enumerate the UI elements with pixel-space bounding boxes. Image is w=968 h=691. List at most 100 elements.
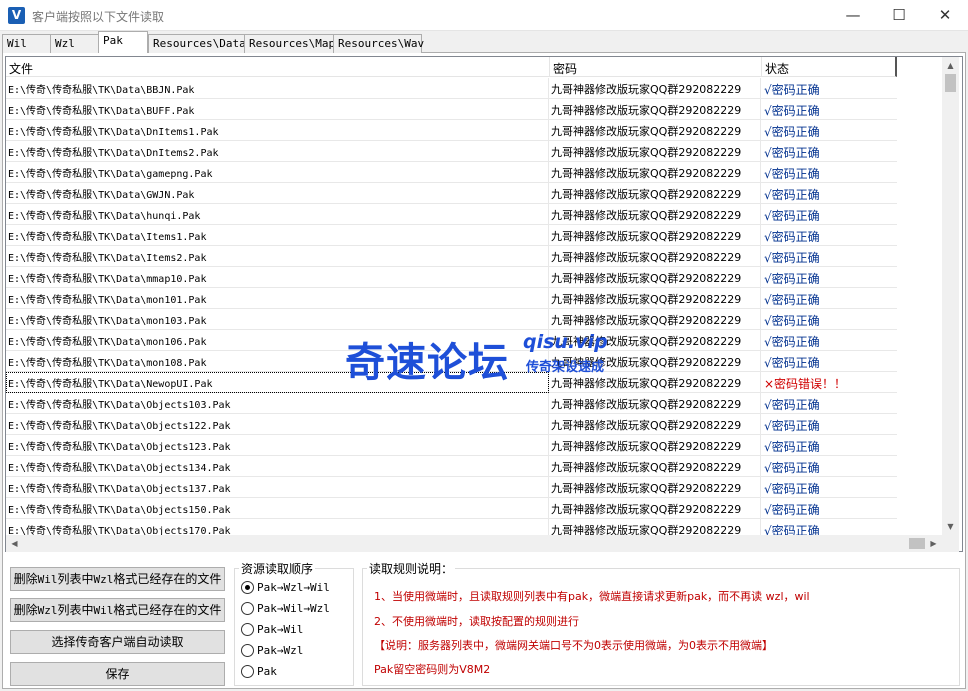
table-row[interactable]: E:\传奇\传奇私服\TK\Data\Objects122.Pak 九哥神器修改版… (6, 414, 897, 435)
rule-line-3: 【说明：服务器列表中，微端网关端口号不为0表示使用微端，为0表示不用微端】 (374, 639, 773, 652)
status-cell: √密码正确 (764, 230, 820, 244)
delete-wil-label-mid: 列表中 (57, 572, 94, 586)
column-header-file[interactable]: 文件 (6, 57, 550, 77)
status-cell: √密码正确 (764, 356, 820, 370)
delete-wzl-label-wil: Wil (93, 604, 114, 617)
password-cell: 九哥神器修改版玩家QQ群292082229 (549, 414, 761, 435)
vertical-scroll-thumb[interactable] (945, 74, 956, 92)
radio-checked-icon (241, 580, 254, 594)
watermark-title: 奇速论坛 (345, 340, 509, 386)
delete-wzl-label-suffix: 格式已经存在的文件 (113, 603, 222, 617)
scroll-right-icon[interactable]: ▶ (925, 535, 942, 552)
column-header-status[interactable]: 状态 (762, 57, 897, 77)
table-row[interactable]: E:\传奇\传奇私服\TK\Data\Objects134.Pak 九哥神器修改版… (6, 456, 897, 477)
table-row[interactable]: E:\传奇\传奇私服\TK\Data\Objects137.Pak 九哥神器修改版… (6, 477, 897, 498)
order-option-label: Pak→Wil (257, 622, 304, 636)
table-row[interactable]: E:\传奇\传奇私服\TK\Data\BUFF.Pak 九哥神器修改版玩家QQ群2… (6, 99, 897, 120)
table-row[interactable]: E:\传奇\传奇私服\TK\Data\mmap10.Pak 九哥神器修改版玩家QQ… (6, 267, 897, 288)
password-cell: 九哥神器修改版玩家QQ群292082229 (549, 309, 761, 330)
table-row[interactable]: E:\传奇\传奇私服\TK\Data\Items2.Pak 九哥神器修改版玩家QQ… (6, 246, 897, 267)
order-option-label: Pak→Wzl→Wil (257, 580, 330, 594)
file-path-cell: E:\传奇\传奇私服\TK\Data\Items2.Pak (6, 246, 549, 267)
file-path-cell: E:\传奇\传奇私服\TK\Data\Objects137.Pak (6, 477, 549, 498)
horizontal-scroll-thumb[interactable] (909, 538, 925, 549)
file-path-cell: E:\传奇\传奇私服\TK\Data\BBJN.Pak (6, 78, 549, 99)
tab-resources-data[interactable]: Resources\Data (148, 34, 246, 53)
order-option-pak-wzl[interactable]: Pak→Wzl (241, 642, 303, 658)
scroll-down-icon[interactable]: ▼ (942, 518, 959, 535)
status-cell: √密码正确 (764, 272, 820, 286)
save-button[interactable]: 保存 (10, 662, 225, 686)
password-cell: 九哥神器修改版玩家QQ群292082229 (549, 477, 761, 498)
minimize-button[interactable]: — (830, 0, 876, 31)
table-row[interactable]: E:\传奇\传奇私服\TK\Data\Objects103.Pak 九哥神器修改版… (6, 393, 897, 414)
status-cell: √密码正确 (764, 104, 820, 118)
file-path-cell: E:\传奇\传奇私服\TK\Data\DnItems2.Pak (6, 141, 549, 162)
order-option-pak[interactable]: Pak (241, 663, 277, 679)
scroll-left-icon[interactable]: ◀ (6, 535, 23, 552)
status-cell: √密码正确 (764, 440, 820, 454)
file-path-cell: E:\传奇\传奇私服\TK\Data\Objects122.Pak (6, 414, 549, 435)
vertical-scrollbar[interactable]: ▲ ▼ (942, 57, 959, 535)
status-cell: √密码正确 (764, 398, 820, 412)
file-path-cell: E:\传奇\传奇私服\TK\Data\Objects134.Pak (6, 456, 549, 477)
table-row[interactable]: E:\传奇\传奇私服\TK\Data\mon101.Pak 九哥神器修改版玩家QQ… (6, 288, 897, 309)
status-cell: √密码正确 (764, 314, 820, 328)
table-row[interactable]: E:\传奇\传奇私服\TK\Data\Objects123.Pak 九哥神器修改版… (6, 435, 897, 456)
read-rules-title: 读取规则说明： (367, 560, 456, 577)
file-path-cell: E:\传奇\传奇私服\TK\Data\GWJN.Pak (6, 183, 549, 204)
password-cell: 九哥神器修改版玩家QQ群292082229 (549, 204, 761, 225)
password-cell: 九哥神器修改版玩家QQ群292082229 (549, 288, 761, 309)
file-path-cell: E:\传奇\传奇私服\TK\Data\BUFF.Pak (6, 99, 549, 120)
file-path-cell: E:\传奇\传奇私服\TK\Data\hunqi.Pak (6, 204, 549, 225)
status-cell: √密码正确 (764, 146, 820, 160)
table-row[interactable]: E:\传奇\传奇私服\TK\Data\DnItems2.Pak 九哥神器修改版玩家… (6, 141, 897, 162)
order-option-pak-wil[interactable]: Pak→Wil (241, 621, 303, 637)
table-row[interactable]: E:\传奇\传奇私服\TK\Data\GWJN.Pak 九哥神器修改版玩家QQ群2… (6, 183, 897, 204)
status-cell: √密码正确 (764, 293, 820, 307)
tab-wzl[interactable]: Wzl (50, 34, 99, 53)
table-row[interactable]: E:\传奇\传奇私服\TK\Data\DnItems1.Pak 九哥神器修改版玩家… (6, 120, 897, 141)
tab-resources-wav[interactable]: Resources\Wav (333, 34, 424, 53)
scroll-up-icon[interactable]: ▲ (942, 57, 959, 74)
table-row[interactable]: E:\传奇\传奇私服\TK\Data\BBJN.Pak 九哥神器修改版玩家QQ群2… (6, 78, 897, 99)
order-option-label: Pak→Wzl (257, 643, 304, 657)
file-path-cell: E:\传奇\传奇私服\TK\Data\mmap10.Pak (6, 267, 549, 288)
horizontal-scrollbar[interactable]: ◀ ▶ (6, 535, 942, 552)
table-row[interactable]: E:\传奇\传奇私服\TK\Data\gamepng.Pak 九哥神器修改版玩家Q… (6, 162, 897, 183)
file-path-cell: E:\传奇\传奇私服\TK\Data\mon101.Pak (6, 288, 549, 309)
order-option-pak-wzl-wil[interactable]: Pak→Wzl→Wil (241, 579, 330, 595)
password-cell: 九哥神器修改版玩家QQ群292082229 (549, 498, 761, 519)
status-cell: √密码正确 (764, 167, 820, 181)
maximize-button[interactable]: ☐ (876, 0, 922, 31)
delete-wil-in-wzl-button[interactable]: 删除Wil列表中Wzl格式已经存在的文件 (10, 567, 225, 591)
app-logo-icon: V (8, 7, 25, 24)
scrollbar-corner (942, 535, 959, 552)
tab-resources-map[interactable]: Resources\Map (244, 34, 335, 53)
status-cell: √密码正确 (764, 209, 820, 223)
auto-read-client-button[interactable]: 选择传奇客户端自动读取 (10, 630, 225, 654)
delete-wil-label-wil: Wil (37, 573, 58, 586)
list-header: 文件 密码 状态 (6, 57, 897, 77)
radio-unchecked-icon (241, 622, 254, 636)
status-cell: ×密码错误！！ (764, 377, 847, 391)
status-cell: √密码正确 (764, 335, 820, 349)
password-cell: 九哥神器修改版玩家QQ群292082229 (549, 372, 761, 393)
watermark-subtitle: 传奇架设速成 (526, 360, 605, 375)
delete-wzl-in-wil-button[interactable]: 删除Wzl列表中Wil格式已经存在的文件 (10, 598, 225, 622)
status-cell: √密码正确 (764, 503, 820, 517)
password-cell: 九哥神器修改版玩家QQ群292082229 (549, 246, 761, 267)
status-cell: √密码正确 (764, 125, 820, 139)
title-bar: V 客户端按照以下文件读取 — ☐ ✕ (0, 0, 968, 31)
file-list[interactable]: 文件 密码 状态 E:\传奇\传奇私服\TK\Data\BBJN.Pak 九哥神器… (5, 56, 963, 552)
table-row[interactable]: E:\传奇\传奇私服\TK\Data\Items1.Pak 九哥神器修改版玩家QQ… (6, 225, 897, 246)
read-order-title: 资源读取顺序 (239, 560, 316, 577)
table-row[interactable]: E:\传奇\传奇私服\TK\Data\hunqi.Pak 九哥神器修改版玩家QQ群… (6, 204, 897, 225)
order-option-pak-wil-wzl[interactable]: Pak→Wil→Wzl (241, 600, 330, 616)
tab-pak[interactable]: Pak (98, 31, 148, 53)
tab-wil[interactable]: Wil (2, 34, 51, 53)
close-button[interactable]: ✕ (922, 0, 968, 31)
column-header-password[interactable]: 密码 (550, 57, 762, 77)
table-row[interactable]: E:\传奇\传奇私服\TK\Data\mon103.Pak 九哥神器修改版玩家QQ… (6, 309, 897, 330)
table-row[interactable]: E:\传奇\传奇私服\TK\Data\Objects150.Pak 九哥神器修改版… (6, 498, 897, 519)
